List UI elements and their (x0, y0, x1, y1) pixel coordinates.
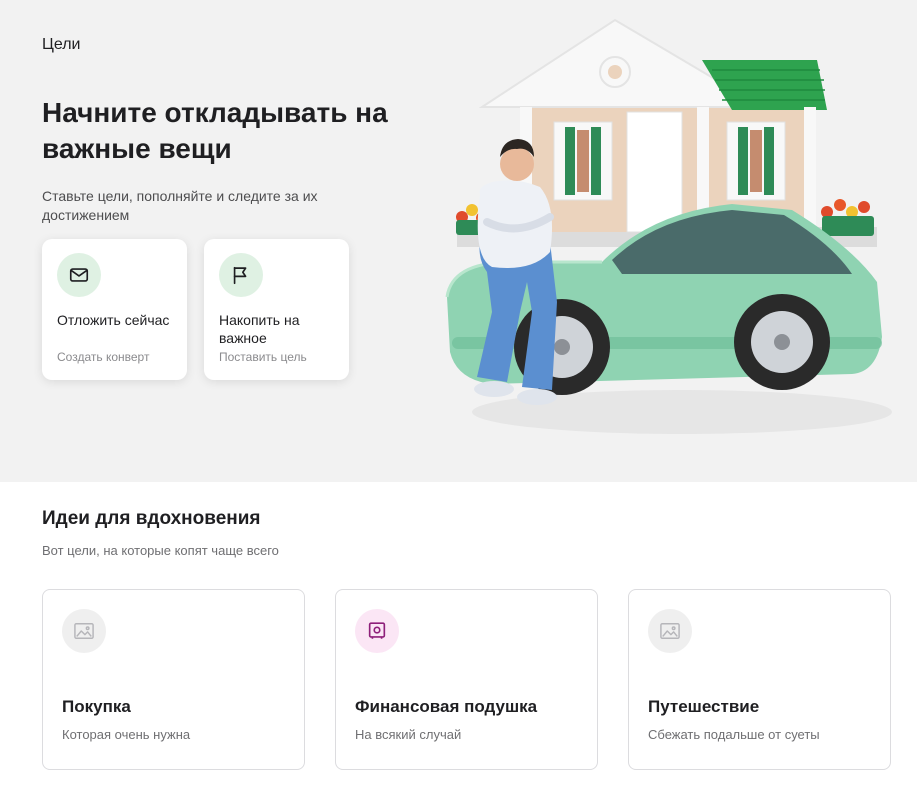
save-now-title: Отложить сейчас (57, 312, 170, 328)
flag-icon (219, 253, 263, 297)
ideas-title: Идеи для вдохновения (42, 508, 261, 529)
idea-title: Покупка (62, 697, 131, 716)
image-placeholder-icon (62, 609, 106, 653)
hero-title: Начните откладывать на важные вещи (42, 97, 388, 164)
hero-subtitle: Ставьте цели, пополняйте и следите за их… (42, 188, 318, 223)
save-now-subtitle: Создать конверт (57, 350, 150, 364)
save-now-card[interactable]: Отложить сейчас Создать конверт (42, 239, 187, 380)
ideas-subtitle: Вот цели, на которые копят чаще всего (42, 543, 279, 558)
image-placeholder-icon (648, 609, 692, 653)
idea-title: Финансовая подушка (355, 697, 538, 716)
safe-icon (355, 609, 399, 653)
page-breadcrumb: Цели (42, 36, 81, 53)
idea-card-financial-cushion[interactable]: Финансовая подушка На всякий случай (335, 589, 598, 770)
idea-subtitle: Сбежать подальше от суеты (648, 727, 820, 742)
idea-subtitle: На всякий случай (355, 727, 462, 742)
save-for-goal-card[interactable]: Накопить на важное Поставить цель (204, 239, 349, 380)
idea-card-travel[interactable]: Путешествие Сбежать подальше от суеты (628, 589, 891, 770)
hero-illustration (445, 18, 892, 434)
hero-section: Цели Начните откладывать на важные вещи … (0, 0, 917, 482)
idea-subtitle: Которая очень нужна (62, 727, 191, 742)
envelope-icon (57, 253, 101, 297)
save-for-goal-title: Накопить на важное (219, 312, 300, 346)
save-for-goal-subtitle: Поставить цель (219, 350, 307, 364)
idea-card-purchase[interactable]: Покупка Которая очень нужна (42, 589, 305, 770)
idea-title: Путешествие (648, 697, 760, 716)
